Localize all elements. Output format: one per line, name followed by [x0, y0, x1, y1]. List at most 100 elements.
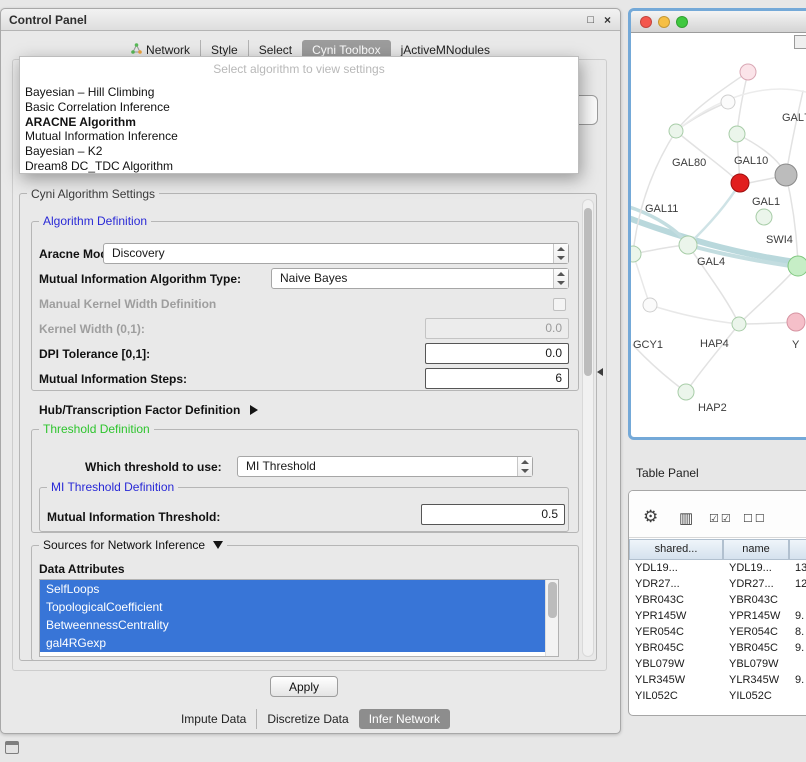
table-body: YDL19...YDL19...13YDR27...YDR27...12YBR0…	[629, 560, 806, 715]
network-edge[interactable]	[688, 183, 740, 245]
cyni-settings-group-title: Cyni Algorithm Settings	[27, 187, 159, 201]
table-row[interactable]: YPR145WYPR145W9.	[629, 608, 806, 624]
aracne-mode-select[interactable]: Discovery	[103, 243, 569, 264]
network-node[interactable]	[787, 313, 805, 331]
manual-kernel-checkbox[interactable]	[553, 298, 566, 311]
algorithm-option[interactable]: ARACNE Algorithm	[20, 115, 578, 130]
gear-icon[interactable]: ⚙	[643, 507, 658, 527]
network-edge[interactable]	[650, 305, 739, 324]
node-label: SWI4	[766, 234, 793, 246]
table-cell: YDR27...	[729, 576, 774, 592]
table-row[interactable]: YIL052CYIL052C	[629, 688, 806, 704]
close-panel-icon[interactable]: ×	[604, 9, 611, 31]
panel-collapse-icon[interactable]	[597, 368, 603, 376]
algorithm-option[interactable]: Bayesian – K2	[20, 144, 578, 159]
network-edge[interactable]	[633, 345, 686, 392]
network-node[interactable]	[679, 236, 697, 254]
which-threshold-label: Which threshold to use:	[85, 460, 222, 474]
which-threshold-select[interactable]: MI Threshold	[237, 456, 533, 477]
table-row[interactable]: YBL079WYBL079W	[629, 656, 806, 672]
network-edge[interactable]	[737, 72, 748, 134]
application: Control Panel □ × NetworkStyleSelectCyni…	[0, 0, 806, 762]
mi-type-select[interactable]: Naive Bayes	[271, 268, 569, 289]
node-label: Y	[792, 339, 800, 351]
minimized-panel-icon[interactable]	[5, 741, 19, 754]
close-traffic-light-icon[interactable]	[640, 16, 652, 28]
select-all-icon[interactable]: ☑☑	[709, 512, 733, 525]
network-node[interactable]	[729, 126, 745, 142]
table-row[interactable]: YLR345WYLR345W9.	[629, 672, 806, 688]
attribute-list-item[interactable]: gal4RGexp	[40, 634, 558, 652]
mi-threshold-field[interactable]: 0.5	[421, 504, 565, 525]
table-cell: YER054C	[729, 624, 778, 640]
column-header[interactable]	[789, 539, 806, 560]
dpi-tolerance-field[interactable]: 0.0	[425, 343, 569, 364]
attribute-list-item[interactable]: TopologicalCoefficient	[40, 598, 558, 616]
network-canvas[interactable]: GAL7GAL80GAL10GAL11GAL1SWI4GAL4GCY1HAP4Y…	[631, 33, 806, 437]
network-node[interactable]	[631, 246, 641, 262]
hub-definition-toggle[interactable]: Hub/Transcription Factor Definition	[39, 403, 258, 417]
table-row[interactable]: YDR27...YDR27...12	[629, 576, 806, 592]
list-scrollbar-thumb[interactable]	[548, 582, 557, 618]
columns-icon[interactable]: ▥	[679, 509, 693, 527]
column-header[interactable]: shared...	[629, 539, 723, 560]
threshold-definition-title: Threshold Definition	[39, 422, 154, 436]
attribute-list-item[interactable]: BetweennessCentrality	[40, 616, 558, 634]
data-attributes-listbox: SelfLoopsTopologicalCoefficientBetweenne…	[39, 579, 559, 657]
algorithm-option[interactable]: Mutual Information Inference	[20, 129, 578, 144]
network-edge[interactable]	[676, 102, 728, 131]
apply-button[interactable]: Apply	[270, 676, 338, 697]
combo-arrows-icon	[553, 269, 568, 288]
table-cell: YIL052C	[635, 688, 678, 704]
network-window-titlebar[interactable]	[631, 11, 806, 33]
algorithm-option[interactable]: Bayesian – Hill Climbing	[20, 85, 578, 100]
deselect-all-icon[interactable]: ☐☐	[743, 512, 767, 525]
dpi-tolerance-label: DPI Tolerance [0,1]:	[39, 347, 150, 361]
network-edge[interactable]	[786, 91, 803, 175]
which-threshold-value: MI Threshold	[246, 459, 316, 473]
network-node[interactable]	[775, 164, 797, 186]
float-panel-icon[interactable]: □	[587, 9, 594, 31]
algorithm-option[interactable]: Dream8 DC_TDC Algorithm	[20, 159, 578, 174]
settings-scrollbar-thumb[interactable]	[584, 208, 592, 376]
network-node[interactable]	[643, 298, 657, 312]
table-row[interactable]: YBR045CYBR045C9.	[629, 640, 806, 656]
table-toolbar: ⚙ ▥ ☑☑ ☐☐	[629, 491, 806, 538]
network-edge[interactable]	[786, 175, 798, 266]
network-node[interactable]	[721, 95, 735, 109]
network-node[interactable]	[756, 209, 772, 225]
network-edge[interactable]	[739, 266, 798, 324]
algorithm-definition-title: Algorithm Definition	[39, 214, 151, 228]
table-row[interactable]: YDL19...YDL19...13	[629, 560, 806, 576]
algorithm-option[interactable]: Basic Correlation Inference	[20, 100, 578, 115]
mi-steps-field[interactable]: 6	[425, 368, 569, 389]
list-scrollbar[interactable]	[545, 580, 558, 656]
network-node[interactable]	[788, 256, 806, 276]
minimize-traffic-light-icon[interactable]	[658, 16, 670, 28]
sources-toggle[interactable]: Sources for Network Inference	[39, 538, 227, 552]
table-cell: YER054C	[635, 624, 684, 640]
tab-discretize-data[interactable]: Discretize Data	[256, 709, 358, 729]
birdseye-toggle[interactable]	[794, 35, 806, 49]
mi-threshold-title: MI Threshold Definition	[47, 480, 178, 494]
network-edge[interactable]	[686, 324, 739, 392]
attribute-list-item[interactable]: SelfLoops	[40, 580, 558, 598]
table-cell: YBR045C	[729, 640, 778, 656]
table-row[interactable]: YBR043CYBR043C	[629, 592, 806, 608]
table-row[interactable]: YER054CYER054C8.	[629, 624, 806, 640]
tab-infer-network[interactable]: Infer Network	[359, 709, 450, 729]
network-node[interactable]	[732, 317, 746, 331]
network-node[interactable]	[669, 124, 683, 138]
node-label: HAP2	[698, 402, 727, 414]
control-panel-titlebar[interactable]: Control Panel □ ×	[1, 9, 620, 31]
table-cell: YLR345W	[729, 672, 779, 688]
settings-scrollbar[interactable]	[582, 199, 594, 657]
tab-impute-data[interactable]: Impute Data	[171, 709, 256, 729]
network-node[interactable]	[731, 174, 749, 192]
column-header[interactable]: name	[723, 539, 789, 560]
kernel-width-field[interactable]: 0.0	[425, 318, 569, 339]
node-label: GAL4	[697, 256, 725, 268]
network-node[interactable]	[740, 64, 756, 80]
network-node[interactable]	[678, 384, 694, 400]
zoom-traffic-light-icon[interactable]	[676, 16, 688, 28]
